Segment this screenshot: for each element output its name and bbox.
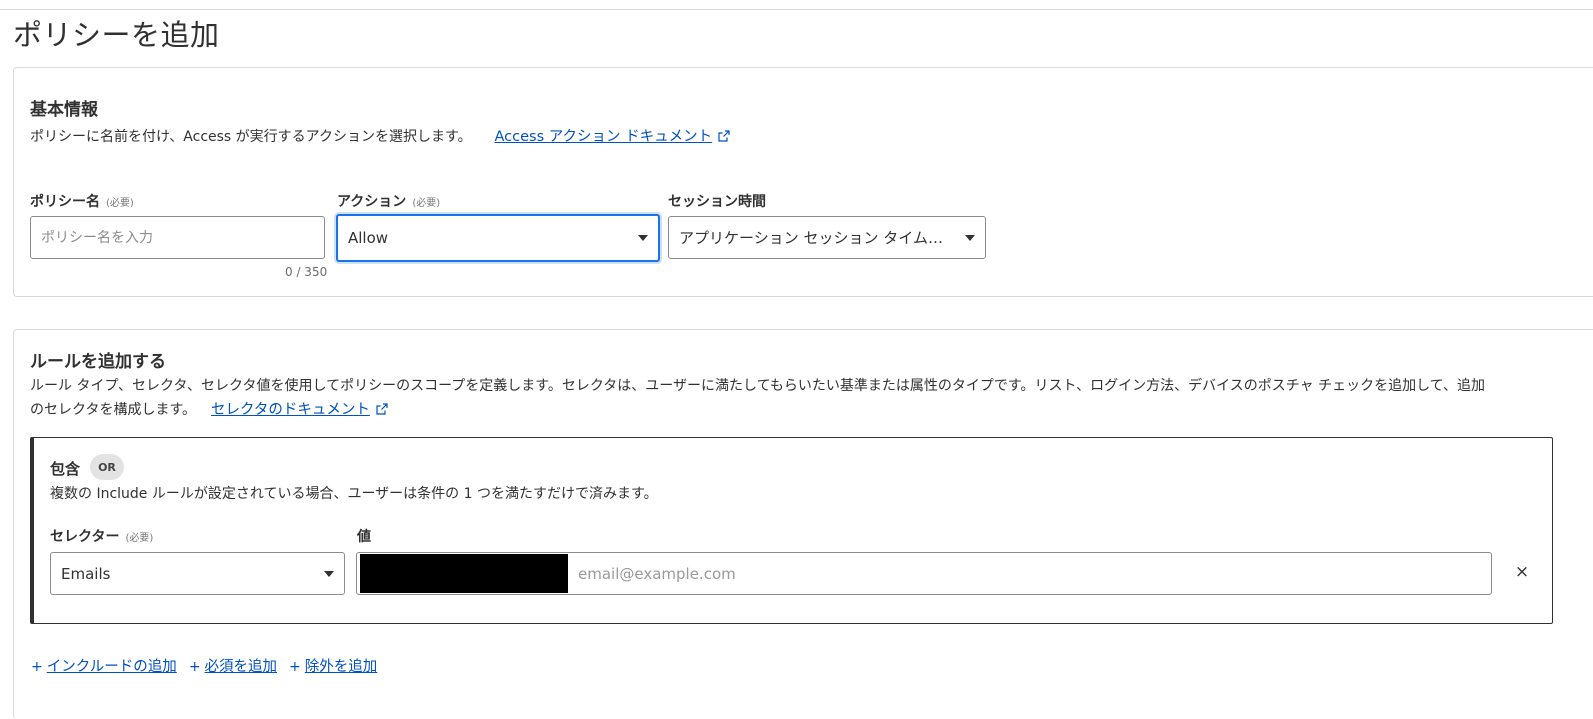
caret-down-icon	[965, 234, 975, 241]
add-require-label: 必須を追加	[204, 659, 278, 675]
selector-select[interactable]: Emails	[50, 552, 345, 595]
caret-down-icon	[638, 235, 648, 241]
add-include-label: インクルードの追加	[46, 659, 177, 675]
basic-info-description: ポリシーに名前を付け、Access が実行するアクションを選択します。 Acce…	[30, 125, 730, 149]
add-exclude-label: 除外を追加	[304, 659, 378, 675]
selector-label: セレクター (必要)	[50, 526, 153, 546]
basic-info-title: 基本情報	[30, 100, 98, 120]
plus-icon: +	[188, 659, 201, 675]
session-duration-label: セッション時間	[668, 194, 766, 210]
page-title: ポリシーを追加	[13, 18, 220, 52]
policy-name-input[interactable]	[30, 216, 325, 259]
basic-info-text: ポリシーに名前を付け、Access が実行するアクションを選択します。	[30, 129, 472, 145]
policy-name-label: ポリシー名 (必要)	[30, 191, 134, 211]
add-rules-description-line2: のセレクタを構成します。 セレクタのドキュメント	[30, 398, 1570, 422]
external-link-icon	[718, 130, 730, 142]
include-rule-group: 包含 OR 複数の Include ルールが設定されている場合、ユーザーは条件の…	[30, 437, 1553, 624]
access-action-doc-link-label: Access アクション ドキュメント	[494, 129, 713, 145]
email-input[interactable]	[568, 554, 1491, 593]
policy-name-label-text: ポリシー名	[30, 194, 100, 210]
add-rules-description: ルール タイプ、セレクタ、セレクタ値を使用してポリシーのスコープを定義します。セ…	[30, 374, 1570, 422]
email-value-field[interactable]	[356, 552, 1492, 595]
top-divider	[0, 9, 1593, 10]
access-action-doc-link[interactable]: Access アクション ドキュメント	[494, 129, 730, 145]
action-select-value: Allow	[348, 229, 389, 247]
caret-down-icon	[324, 570, 334, 577]
required-hint: (必要)	[125, 533, 154, 544]
plus-icon: +	[31, 659, 43, 675]
selector-doc-link[interactable]: セレクタのドキュメント	[211, 402, 388, 418]
value-label: 値	[357, 529, 371, 545]
add-rules-title: ルールを追加する	[30, 352, 166, 372]
selector-label-text: セレクター	[50, 529, 120, 545]
action-label-text: アクション	[337, 194, 407, 210]
selector-select-value: Emails	[61, 564, 111, 583]
session-duration-value: アプリケーション セッション タイムアウトと同じ	[679, 229, 957, 247]
add-exclude-link[interactable]: + 除外を追加	[289, 655, 377, 676]
action-select[interactable]: Allow	[336, 214, 660, 262]
basic-info-card: 基本情報 ポリシーに名前を付け、Access が実行するアクションを選択します。…	[13, 67, 1593, 297]
add-rule-links: + インクルードの追加 + 必須を追加 + 除外を追加	[31, 655, 377, 676]
action-label: アクション (必要)	[337, 191, 440, 211]
add-rules-description-line2-text: のセレクタを構成します。	[30, 402, 197, 418]
session-duration-select[interactable]: アプリケーション セッション タイムアウトと同じ	[668, 216, 986, 259]
external-link-icon	[376, 403, 388, 415]
include-description: 複数の Include ルールが設定されている場合、ユーザーは条件の 1 つを満…	[50, 486, 658, 502]
add-rules-card: ルールを追加する ルール タイプ、セレクタ、セレクタ値を使用してポリシーのスコー…	[13, 329, 1593, 719]
include-title: 包含	[50, 460, 81, 478]
required-hint: (必要)	[106, 198, 134, 209]
policy-name-counter: 0 / 350	[285, 265, 328, 279]
required-hint: (必要)	[412, 198, 441, 209]
add-require-link[interactable]: + 必須を追加	[189, 655, 277, 676]
add-rules-description-line1: ルール タイプ、セレクタ、セレクタ値を使用してポリシーのスコープを定義します。セ…	[30, 378, 1485, 394]
close-icon[interactable]: ×	[1512, 562, 1532, 582]
or-badge: OR	[90, 454, 124, 480]
plus-icon: +	[289, 659, 301, 675]
selector-doc-link-label: セレクタのドキュメント	[210, 402, 370, 418]
redacted-email-chip	[360, 554, 568, 593]
add-include-link[interactable]: + インクルードの追加	[31, 655, 177, 676]
